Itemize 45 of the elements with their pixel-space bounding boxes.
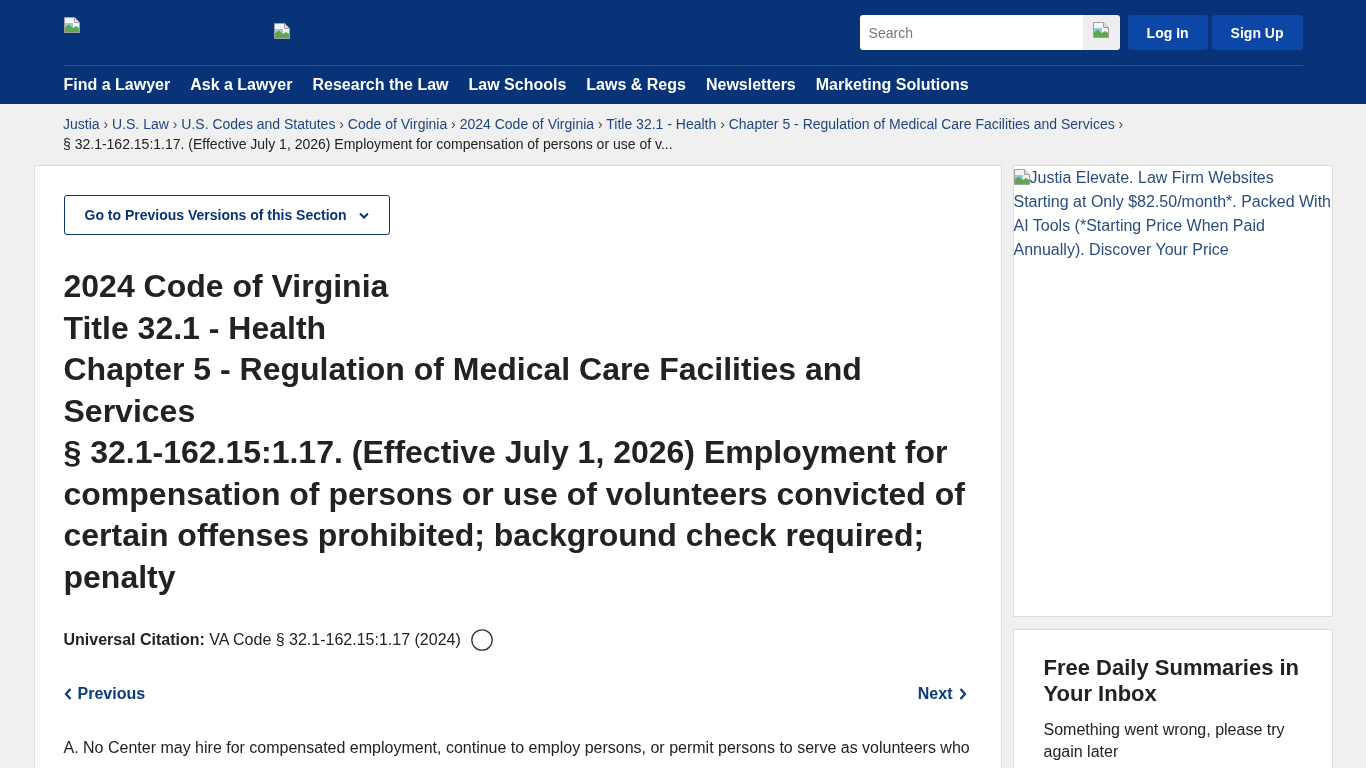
newsletter-title: Free Daily Summaries in Your Inbox xyxy=(1043,655,1301,707)
breadcrumb-separator: › xyxy=(720,116,725,132)
nav-link[interactable]: Marketing Solutions xyxy=(815,74,969,95)
chevron-down-icon xyxy=(358,211,369,219)
breadcrumb-link[interactable]: U.S. Law xyxy=(112,116,169,132)
heading: 2024 Code of Virginia xyxy=(63,267,390,306)
account-button[interactable]: Sign Up xyxy=(1211,15,1303,50)
broken-image-icon xyxy=(63,17,80,33)
versions-button[interactable]: Go to Previous Versions of this Section xyxy=(63,195,390,235)
heading: Title 32.1 - Health xyxy=(63,308,328,348)
previous-link[interactable]: Previous xyxy=(63,682,146,706)
breadcrumb-separator: › xyxy=(1118,116,1124,132)
breadcrumb-link[interactable]: Justia xyxy=(63,116,100,132)
chevron-left-icon xyxy=(63,688,72,700)
broken-image-icon xyxy=(273,23,290,39)
breadcrumb-separator: › xyxy=(451,116,456,132)
breadcrumb-current: § 32.1-162.15:1.17. (Effective July 1, 2026) Employment for compensation of persons or use of v... xyxy=(63,135,673,154)
broken-image-icon xyxy=(1093,22,1110,38)
breadcrumb-separator: › xyxy=(339,116,344,132)
newsletter-message: Something went wrong, please try again later xyxy=(1043,720,1286,762)
breadcrumb-separator: › xyxy=(172,116,178,132)
breadcrumb-link[interactable]: 2024 Code of Virginia xyxy=(459,116,595,132)
breadcrumb-separator: › xyxy=(597,116,603,132)
breadcrumb-link[interactable]: Chapter 5 - Regulation of Medical Care Facilities and Services xyxy=(728,116,1115,132)
universal-citation: Universal Citation: VA Code § 32.1-162.15:1.17 (2024) xyxy=(63,630,461,650)
nav-link[interactable]: Laws & Regs xyxy=(586,74,686,95)
heading: § 32.1-162.15:1.17. (Effective July 1, 2026) Employment for compensation of persons or use of volunteers convicted of certain offenses prohibited; background check required; penalty xyxy=(63,433,966,597)
breadcrumb-separator: › xyxy=(103,116,109,132)
search-field[interactable]: Search xyxy=(859,15,1083,50)
nav-link[interactable]: Find a Lawyer xyxy=(63,74,171,95)
breadcrumb-link[interactable]: Title 32.1 - Health xyxy=(606,116,717,132)
chevron-right-icon xyxy=(958,688,967,700)
next-link[interactable]: Next xyxy=(917,682,967,706)
breadcrumb-link[interactable]: U.S. Codes and Statutes xyxy=(181,116,336,132)
body-paragraph: A. No Center may hire for compensated employment, continue to employ persons, or permit persons to serve as volunteers who xyxy=(63,738,971,758)
nav-link[interactable]: Ask a Lawyer xyxy=(190,74,293,95)
breadcrumb-link[interactable]: Code of Virginia xyxy=(347,116,448,132)
nav-link[interactable]: Newsletters xyxy=(705,74,796,95)
circle-icon xyxy=(470,629,493,651)
account-button[interactable]: Log In xyxy=(1127,15,1208,50)
nav-link[interactable]: Research the Law xyxy=(312,74,449,95)
nav-link[interactable]: Law Schools xyxy=(468,74,567,95)
heading: Chapter 5 - Regulation of Medical Care Facilities and Services xyxy=(63,350,863,431)
ad-link[interactable]: Justia Elevate. Law Firm Websites Starting at Only $82.50/month*. Packed With AI Tools (*Starting Price When Paid Annually). Discover Your Price xyxy=(1013,166,1332,262)
search-button[interactable] xyxy=(1082,15,1120,50)
